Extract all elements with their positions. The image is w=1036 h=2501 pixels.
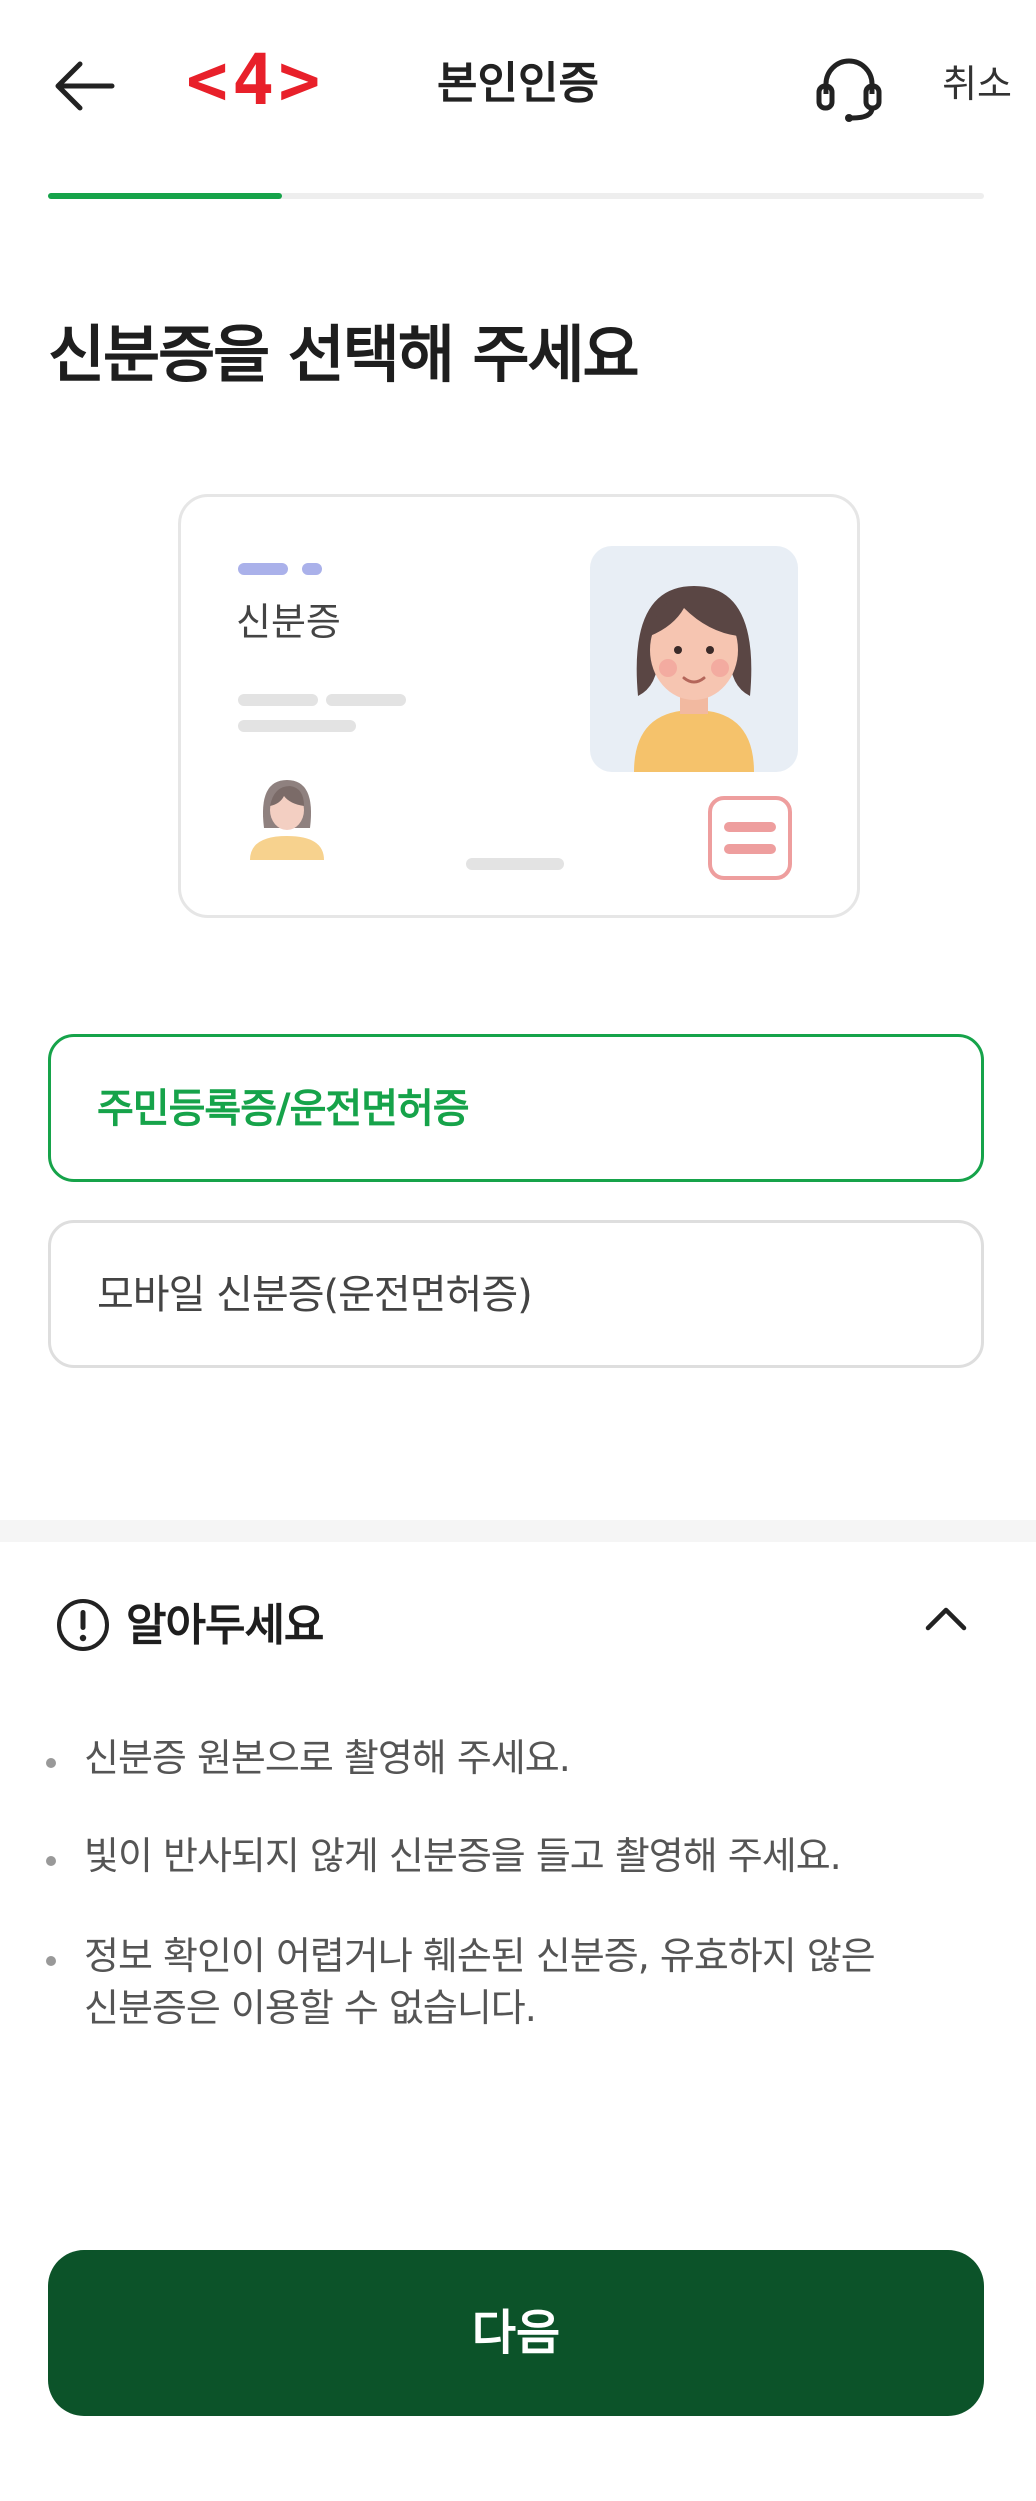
person-portrait-icon (634, 586, 754, 772)
card-accent-dot (302, 563, 322, 575)
card-label: 신분증 (236, 600, 341, 644)
bullet-dot (46, 1856, 56, 1866)
info-circle-icon (57, 1599, 109, 1651)
card-text-line (238, 694, 318, 706)
bullet-dot (46, 1758, 56, 1768)
notice-item: 정보 확인이 어렵거나 훼손된 신분증, 유효하지 않은 신분증은 이용할 수 … (84, 1934, 876, 2030)
notice-title: 알아두세요 (126, 1600, 324, 1651)
option-label: 모바일 신분증(운전면허증) (97, 1272, 533, 1318)
bullet-dot (46, 1956, 56, 1966)
card-photo (590, 546, 798, 772)
progress-fill (48, 193, 282, 199)
stamp-icon (708, 796, 792, 880)
notice-item: 빛이 반사되지 않게 신분증을 들고 촬영해 주세요. (84, 1834, 842, 1878)
page-heading: 신분증을 선택해 주세요 (48, 318, 640, 391)
notice-item: 신분증 원본으로 촬영해 주세요. (84, 1736, 571, 1780)
card-accent-bar (238, 563, 288, 575)
headset-icon[interactable] (812, 54, 886, 124)
option-resident-card-license[interactable]: 주민등록증/운전면허증 (48, 1034, 984, 1182)
card-text-line (238, 720, 356, 732)
cancel-button[interactable]: 취소 (912, 48, 1012, 120)
option-label: 주민등록증/운전면허증 (97, 1086, 470, 1132)
card-text-line (466, 858, 564, 870)
mini-portrait-icon (250, 780, 324, 860)
option-mobile-id[interactable]: 모바일 신분증(운전면허증) (48, 1220, 984, 1368)
section-divider (0, 1520, 1036, 1542)
next-button[interactable]: 다음 (48, 2250, 984, 2416)
card-text-line (326, 694, 406, 706)
chevron-up-icon[interactable] (924, 1602, 968, 1632)
